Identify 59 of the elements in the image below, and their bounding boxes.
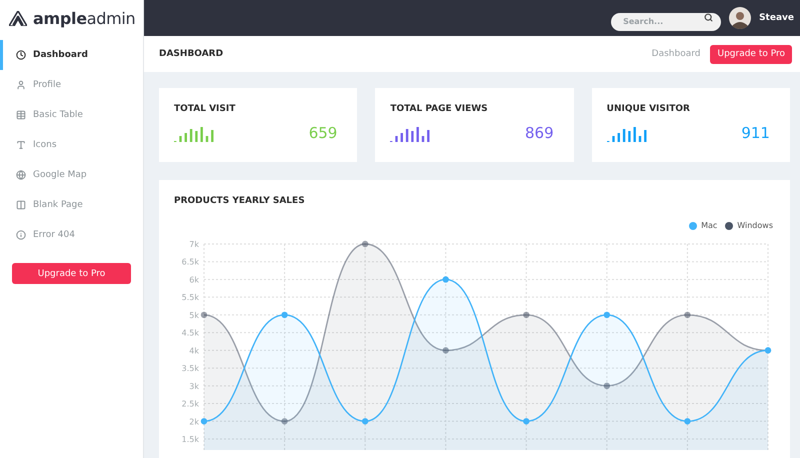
search-icon xyxy=(704,13,714,22)
axis-label: 3.5k xyxy=(182,364,199,374)
logo-icon xyxy=(9,10,27,26)
data-point xyxy=(362,240,368,248)
axis-label: 4k xyxy=(189,346,199,356)
axis-label: 2.5k xyxy=(182,400,199,409)
stat-value: 659 xyxy=(308,124,338,142)
axis-label: 5.5k xyxy=(182,293,199,302)
stat-title: TOTAL VISIT xyxy=(174,104,236,114)
bar-sparkline-icon xyxy=(606,125,649,142)
letter-icon xyxy=(16,140,26,150)
stat-title: UNIQUE VISITOR xyxy=(606,104,691,114)
upgrade-button[interactable]: Upgrade to Pro xyxy=(12,263,131,284)
stat-value: 869 xyxy=(525,124,554,142)
legend-label: Mac xyxy=(701,221,718,230)
axis-label: 6.5k xyxy=(182,258,199,267)
sidebar-item[interactable]: Blank Page xyxy=(0,190,143,220)
data-point xyxy=(684,312,691,318)
chart-title: PRODUCTS YEARLY SALES xyxy=(174,196,306,206)
legend-label: Windows xyxy=(737,221,773,230)
axis-label: 3k xyxy=(189,382,199,391)
sidebar-item[interactable]: Google Map xyxy=(0,160,143,190)
columns-icon xyxy=(16,200,26,210)
bar-sparkline-icon xyxy=(174,125,216,142)
globe-icon xyxy=(16,170,26,180)
axis-label: 6k xyxy=(189,275,199,284)
user-name[interactable]: Steave xyxy=(759,13,794,23)
axis-label: 4.5k xyxy=(182,328,199,338)
table-icon xyxy=(16,110,26,120)
clock-icon xyxy=(16,50,26,60)
bar-sparkline-icon xyxy=(390,125,432,142)
data-point xyxy=(281,312,288,318)
brand-name: ampleadmin xyxy=(33,8,136,28)
data-point xyxy=(523,418,530,424)
data-point xyxy=(200,418,208,424)
data-point xyxy=(200,312,208,318)
data-point xyxy=(362,418,368,424)
data-point xyxy=(604,312,610,318)
axis-label: 1.5k xyxy=(182,435,199,444)
axis-label: 2k xyxy=(189,417,199,426)
stat-title: TOTAL PAGE VIEWS xyxy=(390,104,489,114)
data-point xyxy=(523,312,530,318)
info-icon xyxy=(16,230,26,240)
sidebar-item[interactable]: Icons xyxy=(0,130,143,160)
page-title: DASHBOARD xyxy=(159,49,224,59)
upgrade-button[interactable]: Upgrade to Pro xyxy=(710,44,792,64)
search-field[interactable]: Search... xyxy=(611,12,722,30)
sidebar-item[interactable]: Error 404 xyxy=(0,220,143,250)
data-point xyxy=(764,347,772,354)
axis-label: 5k xyxy=(189,310,199,320)
avatar-icon xyxy=(729,7,752,29)
breadcrumb-link[interactable]: Dashboard xyxy=(652,49,700,59)
sidebar-item[interactable]: Basic Table xyxy=(0,100,143,130)
person-icon xyxy=(16,80,26,90)
sidebar-item[interactable]: Profile xyxy=(0,70,143,100)
stat-value: 911 xyxy=(741,124,770,142)
data-point xyxy=(442,276,449,283)
data-point xyxy=(684,418,691,424)
axis-label: 7k xyxy=(189,240,199,249)
